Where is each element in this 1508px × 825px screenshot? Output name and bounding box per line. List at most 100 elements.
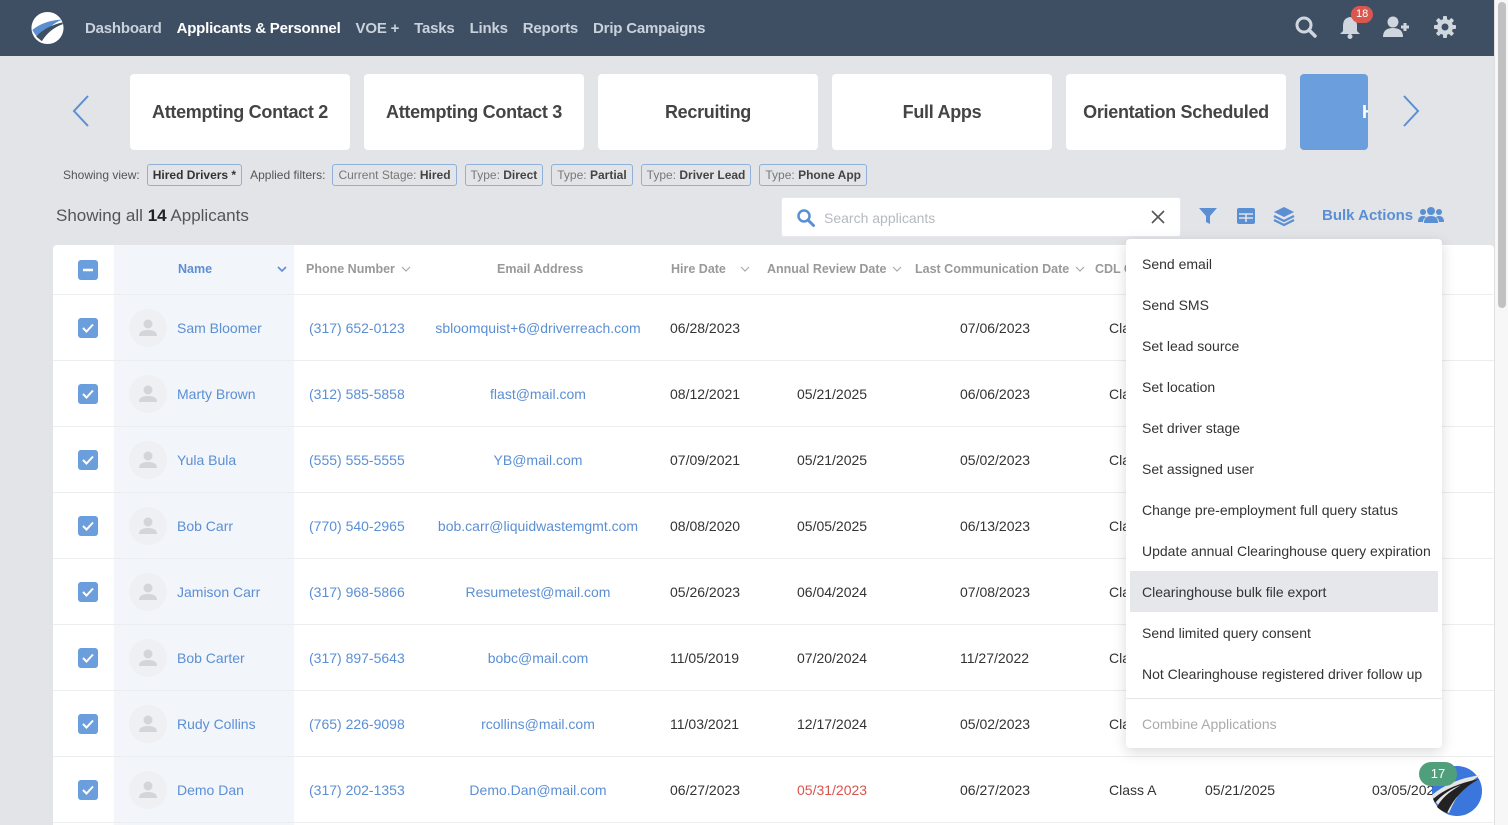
phone-link[interactable]: (317) 202-1353 (309, 757, 405, 823)
applicant-name-link[interactable]: Yula Bula (177, 427, 236, 493)
phone-link[interactable]: (312) 585-5858 (309, 361, 405, 427)
notification-badge: 18 (1351, 6, 1374, 23)
row-checkbox[interactable] (78, 450, 98, 470)
row-checkbox[interactable] (78, 384, 98, 404)
select-all-checkbox[interactable] (78, 260, 98, 280)
column-header-annual-review-date[interactable]: Annual Review Date (767, 262, 902, 276)
phone-link[interactable]: (770) 540-2965 (309, 493, 405, 559)
bulk-actions-label: Bulk Actions (1322, 206, 1414, 224)
email-link[interactable]: flast@mail.com (436, 361, 640, 427)
row-checkbox[interactable] (78, 318, 98, 338)
app-logo[interactable] (30, 11, 65, 45)
clear-search-icon[interactable] (1150, 209, 1166, 225)
phone-link[interactable]: (765) 226-9098 (309, 691, 405, 757)
nav-drip-campaigns[interactable]: Drip Campaigns (593, 20, 705, 37)
menu-item-send-email[interactable]: Send email (1130, 243, 1438, 284)
email-link[interactable]: rcollins@mail.com (436, 691, 640, 757)
menu-item-set-lead-source[interactable]: Set lead source (1130, 325, 1438, 366)
menu-item-set-driver-stage[interactable]: Set driver stage (1130, 407, 1438, 448)
applicant-name-link[interactable]: Bob Carr (177, 493, 233, 559)
column-header-hire-date[interactable]: Hire Date (671, 262, 750, 276)
row-checkbox[interactable] (78, 648, 98, 668)
row-checkbox[interactable] (78, 714, 98, 734)
nav-applicants-personnel[interactable]: Applicants & Personnel (177, 20, 341, 37)
email-link[interactable]: Resumetest@mail.com (436, 559, 640, 625)
stage-card-attempting-contact-2[interactable]: Attempting Contact 2 (130, 74, 350, 150)
phone-link[interactable]: (317) 968-5866 (309, 559, 405, 625)
last-communication-date: 05/02/2023 (960, 716, 1031, 732)
applicant-name-link[interactable]: Sam Bloomer (177, 295, 262, 361)
nav-dashboard[interactable]: Dashboard (85, 20, 162, 37)
applicant-name-link[interactable]: Jamison Carr (177, 559, 260, 625)
email-link[interactable]: Demo.Dan@mail.com (436, 757, 640, 823)
search-icon[interactable] (1293, 14, 1319, 40)
applicant-name-link[interactable]: Demo Dan (177, 757, 244, 823)
page-scrollbar[interactable] (1494, 0, 1508, 825)
column-header-phone[interactable]: Phone Number (306, 262, 411, 276)
stage-card-hired[interactable]: H (1300, 74, 1368, 150)
avatar (129, 771, 167, 809)
avatar (129, 639, 167, 677)
stage-card-orientation-scheduled[interactable]: Orientation Scheduled (1066, 74, 1286, 150)
row-checkbox[interactable] (78, 582, 98, 602)
stage-card-recruiting[interactable]: Recruiting (598, 74, 818, 150)
filter-chip-type-phone-app[interactable]: Type: Phone App (759, 164, 867, 186)
phone-link[interactable]: (317) 897-5643 (309, 625, 405, 691)
annual-review-date: 05/31/2023 (797, 782, 868, 798)
menu-item-send-sms[interactable]: Send SMS (1130, 284, 1438, 325)
carousel-next-arrow[interactable] (1400, 93, 1422, 129)
filter-chip-stage[interactable]: Current Stage: Hired (332, 164, 457, 186)
column-header-last-communication-date[interactable]: Last Communication Date (915, 262, 1085, 276)
menu-item-change-pre-employment-full-query-status[interactable]: Change pre-employment full query status (1130, 489, 1438, 530)
carousel-prev-arrow[interactable] (70, 93, 92, 129)
stage-card-full-apps[interactable]: Full Apps (832, 74, 1052, 150)
email-link[interactable]: bobc@mail.com (436, 625, 640, 691)
email-link[interactable]: bob.carr@liquidwastemgmt.com (436, 493, 640, 559)
stage-card-attempting-contact-3[interactable]: Attempting Contact 3 (364, 74, 584, 150)
add-user-icon[interactable] (1382, 14, 1412, 40)
applicant-name-link[interactable]: Bob Carter (177, 625, 245, 691)
menu-item-update-annual-clearinghouse-query-expiration[interactable]: Update annual Clearinghouse query expira… (1130, 530, 1438, 571)
row-checkbox[interactable] (78, 780, 98, 800)
nav-voe[interactable]: VOE + (356, 20, 400, 37)
nav-links[interactable]: Links (470, 20, 508, 37)
columns-grid-icon[interactable] (1235, 205, 1257, 227)
search-box (781, 197, 1181, 237)
email-link[interactable]: sbloomquist+6@driverreach.com (435, 295, 640, 361)
bulk-actions-button[interactable]: Bulk Actions (1322, 206, 1445, 224)
phone-link[interactable]: (555) 555-5555 (309, 427, 405, 493)
applicant-name-link[interactable]: Marty Brown (177, 361, 256, 427)
avatar (129, 705, 167, 743)
applied-filters-label: Applied filters: (250, 168, 326, 182)
column-header-name[interactable]: Name (178, 262, 287, 276)
menu-item-not-clearinghouse-registered-driver-follow-up[interactable]: Not Clearinghouse registered driver foll… (1130, 653, 1438, 694)
phone-link[interactable]: (317) 652-0123 (309, 295, 405, 361)
menu-item-set-location[interactable]: Set location (1130, 366, 1438, 407)
hire-date: 05/26/2023 (670, 584, 741, 600)
menu-item-clearinghouse-bulk-file-export[interactable]: Clearinghouse bulk file export (1130, 571, 1438, 612)
menu-item-set-assigned-user[interactable]: Set assigned user (1130, 448, 1438, 489)
email-link[interactable]: YB@mail.com (436, 427, 640, 493)
gear-icon[interactable] (1432, 14, 1458, 40)
minus-icon (83, 268, 93, 272)
menu-item-send-limited-query-consent[interactable]: Send limited query consent (1130, 612, 1438, 653)
view-chip[interactable]: Hired Drivers * (146, 164, 243, 186)
applicant-name-link[interactable]: Rudy Collins (177, 691, 256, 757)
nav-tasks[interactable]: Tasks (414, 20, 455, 37)
filter-icon[interactable] (1197, 205, 1219, 227)
avatar (129, 375, 167, 413)
nav-menu: Dashboard Applicants & Personnel VOE + T… (85, 0, 720, 56)
layers-icon[interactable] (1273, 205, 1295, 227)
filter-chip-type-driver-lead[interactable]: Type: Driver Lead (640, 164, 752, 186)
row-checkbox[interactable] (78, 516, 98, 536)
showing-view-label: Showing view: (63, 168, 140, 182)
column-header-email[interactable]: Email Address (497, 262, 583, 276)
table-row[interactable]: Demo Dan (317) 202-1353 Demo.Dan@mail.co… (53, 757, 1494, 823)
filters-bar: Showing view: Hired Drivers * Applied fi… (63, 163, 875, 187)
applicant-count-summary: Showing all 14 Applicants (56, 206, 249, 225)
filter-chip-type-partial[interactable]: Type: Partial (551, 164, 633, 186)
nav-reports[interactable]: Reports (523, 20, 578, 37)
filter-chip-type-direct[interactable]: Type: Direct (464, 164, 544, 186)
search-input[interactable] (824, 206, 1134, 230)
scrollbar-thumb[interactable] (1498, 2, 1506, 308)
